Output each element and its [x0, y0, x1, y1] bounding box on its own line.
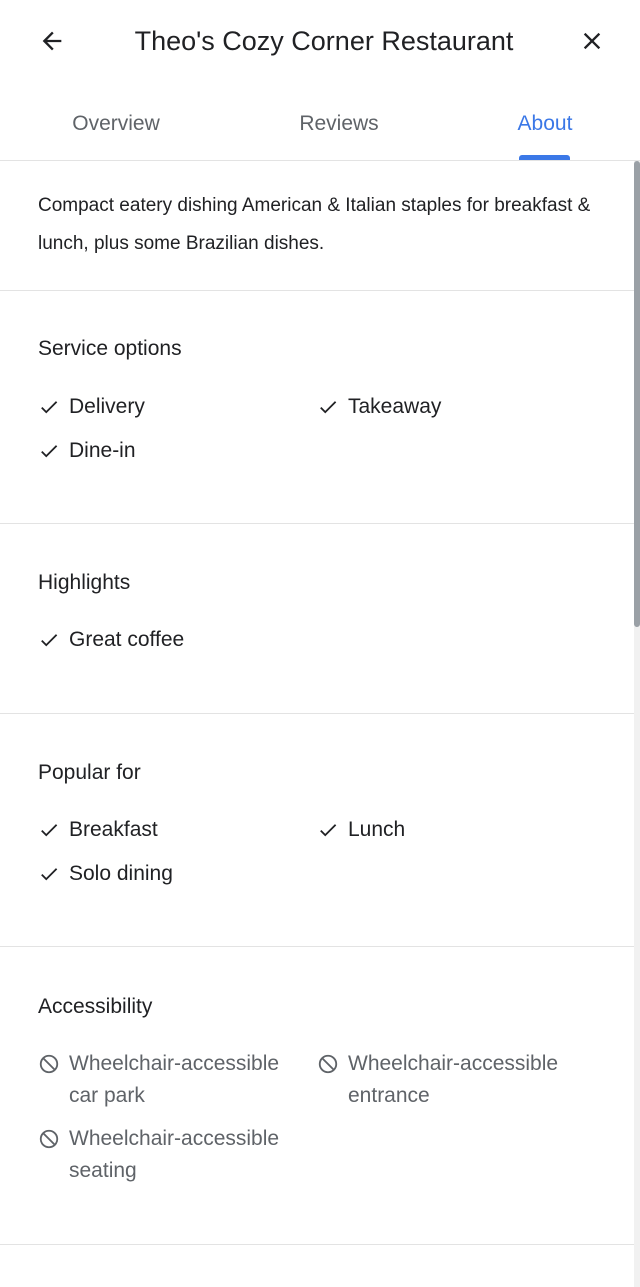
close-button[interactable]: [574, 23, 610, 59]
section-divider: [0, 1244, 634, 1245]
attribute-label: Breakfast: [69, 818, 158, 841]
place-description: Compact eatery dishing American & Italia…: [38, 195, 591, 254]
arrow-back-icon: [42, 31, 62, 51]
attribute-wheelchair-car-park: Wheelchair-accessible car park: [38, 1048, 309, 1112]
attribute-label: Dine-in: [69, 439, 136, 462]
attribute-label: Great coffee: [69, 628, 185, 651]
check-icon: [320, 824, 337, 837]
attribute-lunch: Lunch: [317, 814, 588, 846]
section-divider: [0, 290, 634, 291]
section-divider: [0, 713, 634, 714]
scrollbar[interactable]: [634, 161, 640, 1287]
tab-reviews[interactable]: Reviews: [262, 90, 416, 160]
tabs-divider: [0, 160, 640, 161]
attribute-label: Wheelchair-accessible car park: [69, 1052, 280, 1107]
section-title-highlights: Highlights: [38, 571, 131, 594]
attribute-wheelchair-seating: Wheelchair-accessible seating: [38, 1123, 309, 1187]
close-icon: [583, 32, 601, 50]
attribute-breakfast: Breakfast: [38, 814, 309, 846]
check-icon: [320, 401, 337, 414]
tab-label: Overview: [72, 112, 160, 135]
attribute-label: Delivery: [69, 395, 145, 418]
attribute-label: Wheelchair-accessible entrance: [348, 1052, 559, 1107]
tab-bar: Overview Reviews About: [0, 90, 640, 160]
tab-overview[interactable]: Overview: [40, 90, 192, 160]
not-available-icon: [318, 1054, 338, 1074]
section-divider: [0, 946, 634, 947]
attribute-label: Wheelchair-accessible seating: [69, 1127, 280, 1182]
attribute-label: Solo dining: [69, 862, 173, 885]
header: Theo's Cozy Corner Restaurant: [0, 0, 640, 82]
section-divider: [0, 523, 634, 524]
check-icon: [41, 401, 58, 414]
attribute-label: Lunch: [348, 818, 406, 841]
tab-label: Reviews: [299, 112, 379, 135]
check-icon: [41, 445, 58, 458]
not-available-icon: [39, 1129, 59, 1149]
attribute-label: Takeaway: [348, 395, 442, 418]
scrollbar-thumb[interactable]: [634, 161, 640, 627]
not-available-icon: [39, 1054, 59, 1074]
section-title-accessibility: Accessibility: [38, 995, 153, 1018]
attribute-wheelchair-entrance: Wheelchair-accessible entrance: [317, 1048, 588, 1112]
attribute-solo-dining: Solo dining: [38, 858, 309, 890]
check-icon: [41, 824, 58, 837]
tab-label: About: [517, 112, 573, 135]
page-title: Theo's Cozy Corner Restaurant: [134, 26, 514, 56]
attribute-great-coffee: Great coffee: [38, 624, 309, 656]
attribute-dine-in: Dine-in: [38, 435, 309, 467]
back-button[interactable]: [34, 23, 70, 59]
attribute-takeaway: Takeaway: [317, 391, 588, 423]
attribute-delivery: Delivery: [38, 391, 309, 423]
check-icon: [41, 634, 58, 647]
tab-about[interactable]: About: [480, 90, 610, 160]
check-icon: [41, 868, 58, 881]
section-title-service-options: Service options: [38, 337, 182, 360]
section-title-popular-for: Popular for: [38, 761, 141, 784]
